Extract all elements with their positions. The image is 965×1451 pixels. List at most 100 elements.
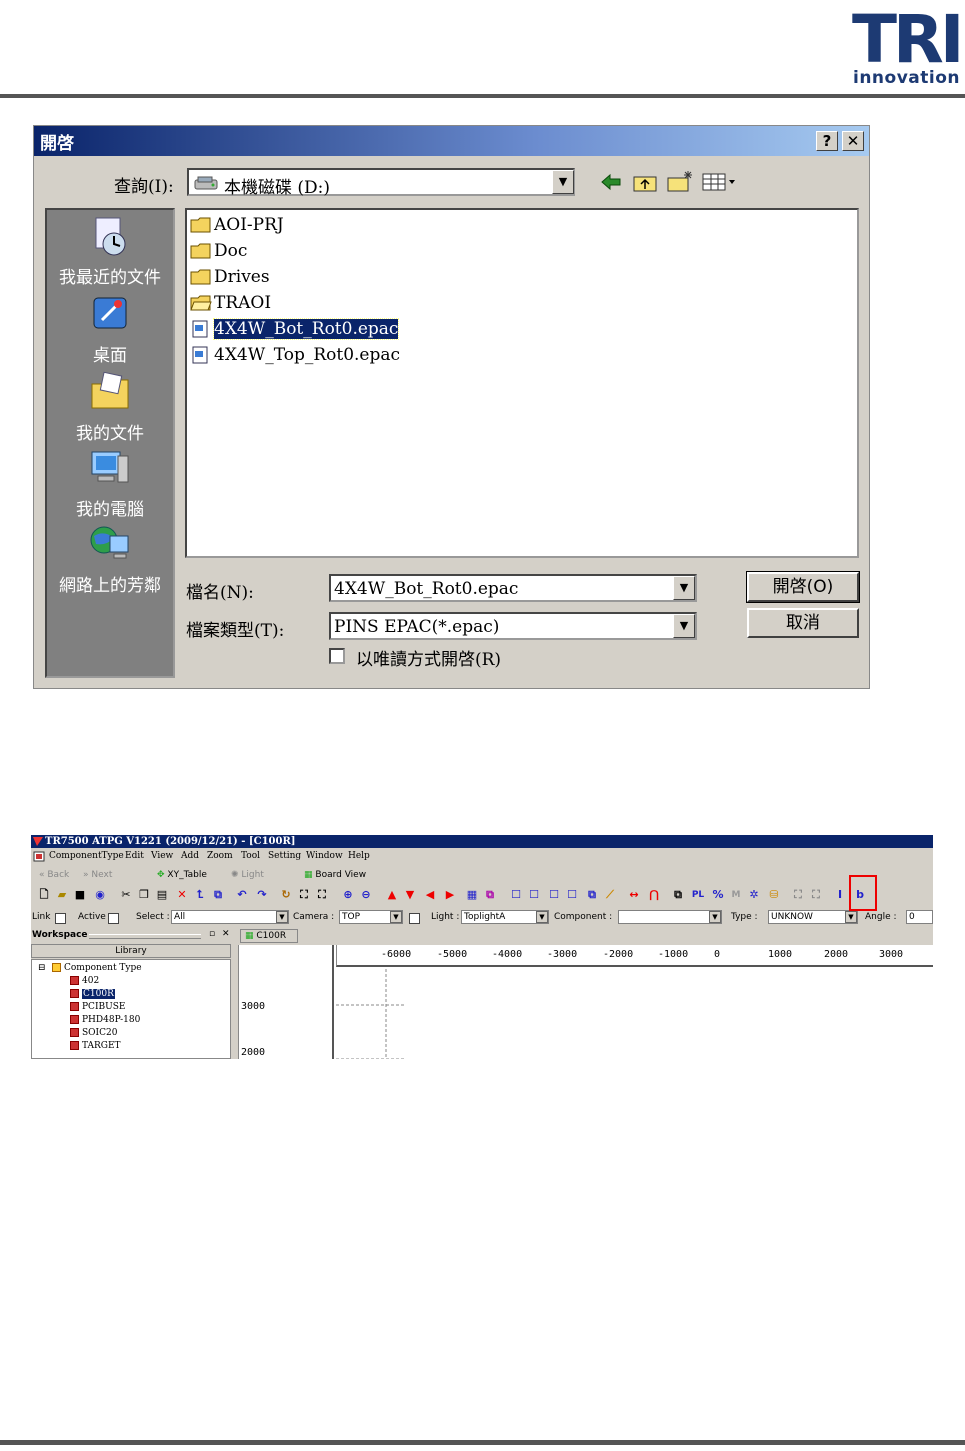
list-item-file[interactable]: 4X4W_Top_Rot0.epac xyxy=(190,342,400,368)
chevron-down-icon[interactable]: ▼ xyxy=(536,911,548,923)
zoom-out-icon[interactable]: ⊖ xyxy=(359,888,373,902)
list-item-folder[interactable]: Doc xyxy=(190,238,247,264)
menu-edit[interactable]: Edit xyxy=(125,851,144,861)
app-titlebar[interactable]: TR7500 ATPG V1221 (2009/12/21) - [C100R] xyxy=(31,835,933,848)
look-in-select[interactable]: 本機磁碟 (D:) ▼ xyxy=(187,168,575,198)
box3-icon[interactable]: ☐ xyxy=(547,888,561,902)
back-arrow-icon[interactable] xyxy=(599,172,623,192)
arrow-right-icon[interactable]: ▶ xyxy=(443,888,457,902)
component-tree[interactable]: ⊟ Component Type 402 C100R PCIBUSE PHD48… xyxy=(31,959,231,1059)
next-button[interactable]: » Next xyxy=(83,870,112,880)
workspace-grip[interactable] xyxy=(89,934,201,939)
light-button[interactable]: ✺ Light xyxy=(231,870,264,880)
chevron-down-icon[interactable]: ▼ xyxy=(673,614,695,638)
chevron-down-icon[interactable]: ▼ xyxy=(390,911,402,923)
place-recent[interactable]: 我最近的文件 xyxy=(47,214,173,288)
tree-item-selected[interactable]: C100R xyxy=(70,989,115,999)
paste-icon[interactable]: ▤ xyxy=(155,888,169,902)
box2-icon[interactable]: ☐ xyxy=(527,888,541,902)
view-menu-icon[interactable] xyxy=(701,172,739,192)
menu-view[interactable]: View xyxy=(151,851,173,861)
component-dropdown[interactable]: ▼ xyxy=(618,910,722,924)
list-item-folder[interactable]: AOI-PRJ xyxy=(190,212,284,238)
lib-icon[interactable]: ⛁ xyxy=(767,888,781,902)
arrow-up-icon[interactable]: ▲ xyxy=(385,888,399,902)
deselect-icon[interactable]: ⛶ xyxy=(809,888,823,902)
tree-item[interactable]: SOIC20 xyxy=(70,1028,117,1038)
move-icon[interactable]: ⮤ xyxy=(193,888,207,902)
redo-icon[interactable]: ↷ xyxy=(255,888,269,902)
list-item-file-selected[interactable]: 4X4W_Bot_Rot0.epac xyxy=(190,316,400,342)
menu-tool[interactable]: Tool xyxy=(241,851,260,861)
place-network[interactable]: 網路上的芳鄰 xyxy=(47,522,173,596)
camera-dropdown[interactable]: TOP ▼ xyxy=(339,910,403,924)
chevron-down-icon[interactable]: ▼ xyxy=(552,170,574,194)
delete-icon[interactable]: ✕ xyxy=(175,888,189,902)
xy-table-button[interactable]: ✥ XY_Table xyxy=(157,870,207,880)
distance-icon[interactable]: ↔ xyxy=(627,888,641,902)
rotate-icon[interactable]: ↻ xyxy=(279,888,293,902)
undo-icon[interactable]: ↶ xyxy=(235,888,249,902)
duplicate-icon[interactable]: ⧉ xyxy=(211,888,225,902)
light-dropdown[interactable]: ToplightA ▼ xyxy=(461,910,549,924)
close-icon[interactable]: ✕ xyxy=(222,929,230,939)
chevron-down-icon[interactable]: ▼ xyxy=(709,911,721,923)
pad-icon[interactable]: ⧉ xyxy=(671,888,685,902)
camera-checkbox[interactable] xyxy=(409,913,420,924)
link-checkbox[interactable] xyxy=(55,913,66,924)
board-view-canvas[interactable]: 3000 2000 -6000 -5000 -4000 -3000 -2000 … xyxy=(238,945,933,1059)
menu-window[interactable]: Window xyxy=(306,851,343,861)
grid-icon[interactable]: ▦ xyxy=(465,888,479,902)
arc-icon[interactable]: ⋂ xyxy=(647,888,661,902)
component-icon[interactable]: ⧉ xyxy=(585,888,599,902)
cut-icon[interactable]: ✂ xyxy=(119,888,133,902)
chevron-down-icon[interactable]: ▼ xyxy=(673,576,695,600)
help-button[interactable]: ? xyxy=(816,131,838,151)
tree-item[interactable]: 402 xyxy=(70,976,99,986)
box4-icon[interactable]: ☐ xyxy=(565,888,579,902)
tree-item[interactable]: PCIBUSE xyxy=(70,1002,125,1012)
select-all-icon[interactable]: ⛶ xyxy=(791,888,805,902)
tab-c100r[interactable]: ▦ C100R xyxy=(240,929,298,943)
menu-help[interactable]: Help xyxy=(348,851,370,861)
tree-item[interactable]: TARGET xyxy=(70,1041,121,1051)
file-list[interactable]: AOI-PRJ Doc Drives TRAOI 4X4W_Bot_Rot0.e… xyxy=(185,208,859,558)
zoom-in-icon[interactable]: ⊕ xyxy=(341,888,355,902)
dialog-titlebar[interactable]: 開啓 ? ✕ xyxy=(34,126,869,156)
chevron-down-icon[interactable]: ▼ xyxy=(845,911,857,923)
type-dropdown[interactable]: UNKNOW ▼ xyxy=(768,910,858,924)
arrow-down-icon[interactable]: ▼ xyxy=(403,888,417,902)
percent-icon[interactable]: % xyxy=(711,888,725,902)
copy-icon[interactable]: ❐ xyxy=(137,888,151,902)
list-item-folder[interactable]: Drives xyxy=(190,264,270,290)
select-dropdown[interactable]: All ▼ xyxy=(171,910,289,924)
open-icon[interactable]: ▰ xyxy=(55,888,69,902)
menu-setting[interactable]: Setting xyxy=(268,851,301,861)
filename-input[interactable]: 4X4W_Bot_Rot0.epac ▼ xyxy=(329,574,697,602)
angle-input[interactable]: 0 xyxy=(906,910,933,924)
menu-componenttype[interactable]: ComponentType xyxy=(49,851,124,861)
place-desktop[interactable]: 桌面 xyxy=(47,292,173,366)
menu-add[interactable]: Add xyxy=(181,851,199,861)
close-button[interactable]: ✕ xyxy=(842,131,864,151)
save-icon[interactable]: ■ xyxy=(73,888,87,902)
tree-root[interactable]: Component Type xyxy=(52,963,142,973)
readonly-checkbox[interactable] xyxy=(329,648,345,664)
restore-icon[interactable]: ▫ xyxy=(209,929,215,939)
filetype-select[interactable]: PINS EPAC(*.epac) ▼ xyxy=(329,612,697,640)
arrow-left-icon[interactable]: ◀ xyxy=(423,888,437,902)
tree-expander[interactable]: ⊟ xyxy=(38,963,46,973)
fit-icon[interactable]: ⛶ xyxy=(297,888,311,902)
pl-icon[interactable]: PL xyxy=(691,888,705,902)
chevron-down-icon[interactable]: ▼ xyxy=(276,911,288,923)
m-icon[interactable]: M xyxy=(729,888,743,902)
measure-icon[interactable]: ⟋ xyxy=(603,888,617,902)
refresh-icon[interactable]: ◉ xyxy=(93,888,107,902)
new-folder-icon[interactable] xyxy=(666,169,694,193)
board-view-button[interactable]: ▦ Board View xyxy=(304,870,366,880)
active-checkbox[interactable] xyxy=(108,913,119,924)
menu-zoom[interactable]: Zoom xyxy=(207,851,233,861)
new-icon[interactable]: 🗋 xyxy=(37,888,51,902)
tree-item[interactable]: PHD48P-180 xyxy=(70,1015,140,1025)
open-button[interactable]: 開啓(O) xyxy=(746,571,860,603)
